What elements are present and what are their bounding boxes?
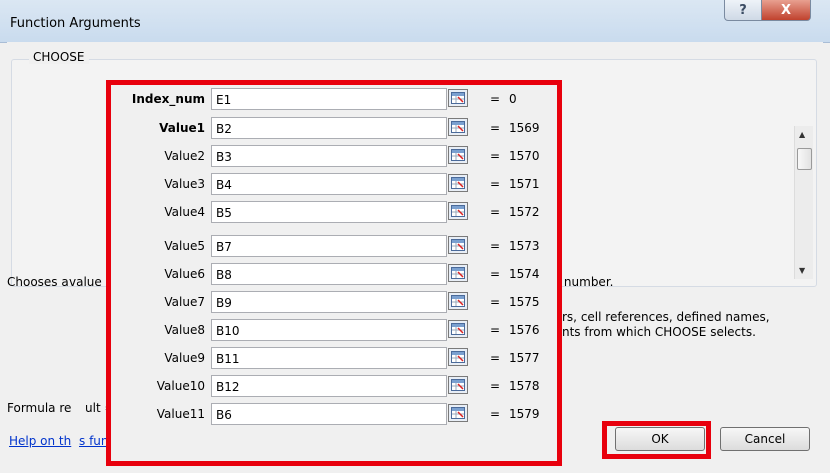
cancel-button[interactable]: Cancel (720, 427, 810, 451)
title-bar[interactable]: Function Arguments ? X (0, 0, 830, 43)
formula-result-label: Formula re (7, 401, 72, 415)
arguments-scrollbar[interactable]: ▲ ▼ (794, 126, 813, 279)
function-name: CHOOSE (29, 50, 89, 64)
argument-description-line1: rs, cell references, defined names, (562, 310, 770, 324)
help-link[interactable]: Help on th (9, 434, 71, 448)
help-icon[interactable]: ? (724, 0, 762, 21)
description-text-left: Chooses a (7, 275, 69, 289)
close-icon[interactable]: X (761, 0, 811, 21)
ok-highlight-box (602, 421, 711, 459)
arguments-highlight-box (106, 80, 562, 466)
scroll-thumb[interactable] (797, 148, 812, 170)
argument-description-line2: nts from which CHOOSE selects. (562, 325, 756, 339)
help-link-end[interactable]: s fun (79, 434, 109, 448)
description-text-value: value (69, 275, 102, 289)
description-text-right: x number. (553, 275, 614, 289)
scroll-up-icon[interactable]: ▲ (799, 130, 805, 139)
window-title: Function Arguments (10, 16, 141, 31)
scroll-down-icon[interactable]: ▼ (799, 266, 805, 275)
